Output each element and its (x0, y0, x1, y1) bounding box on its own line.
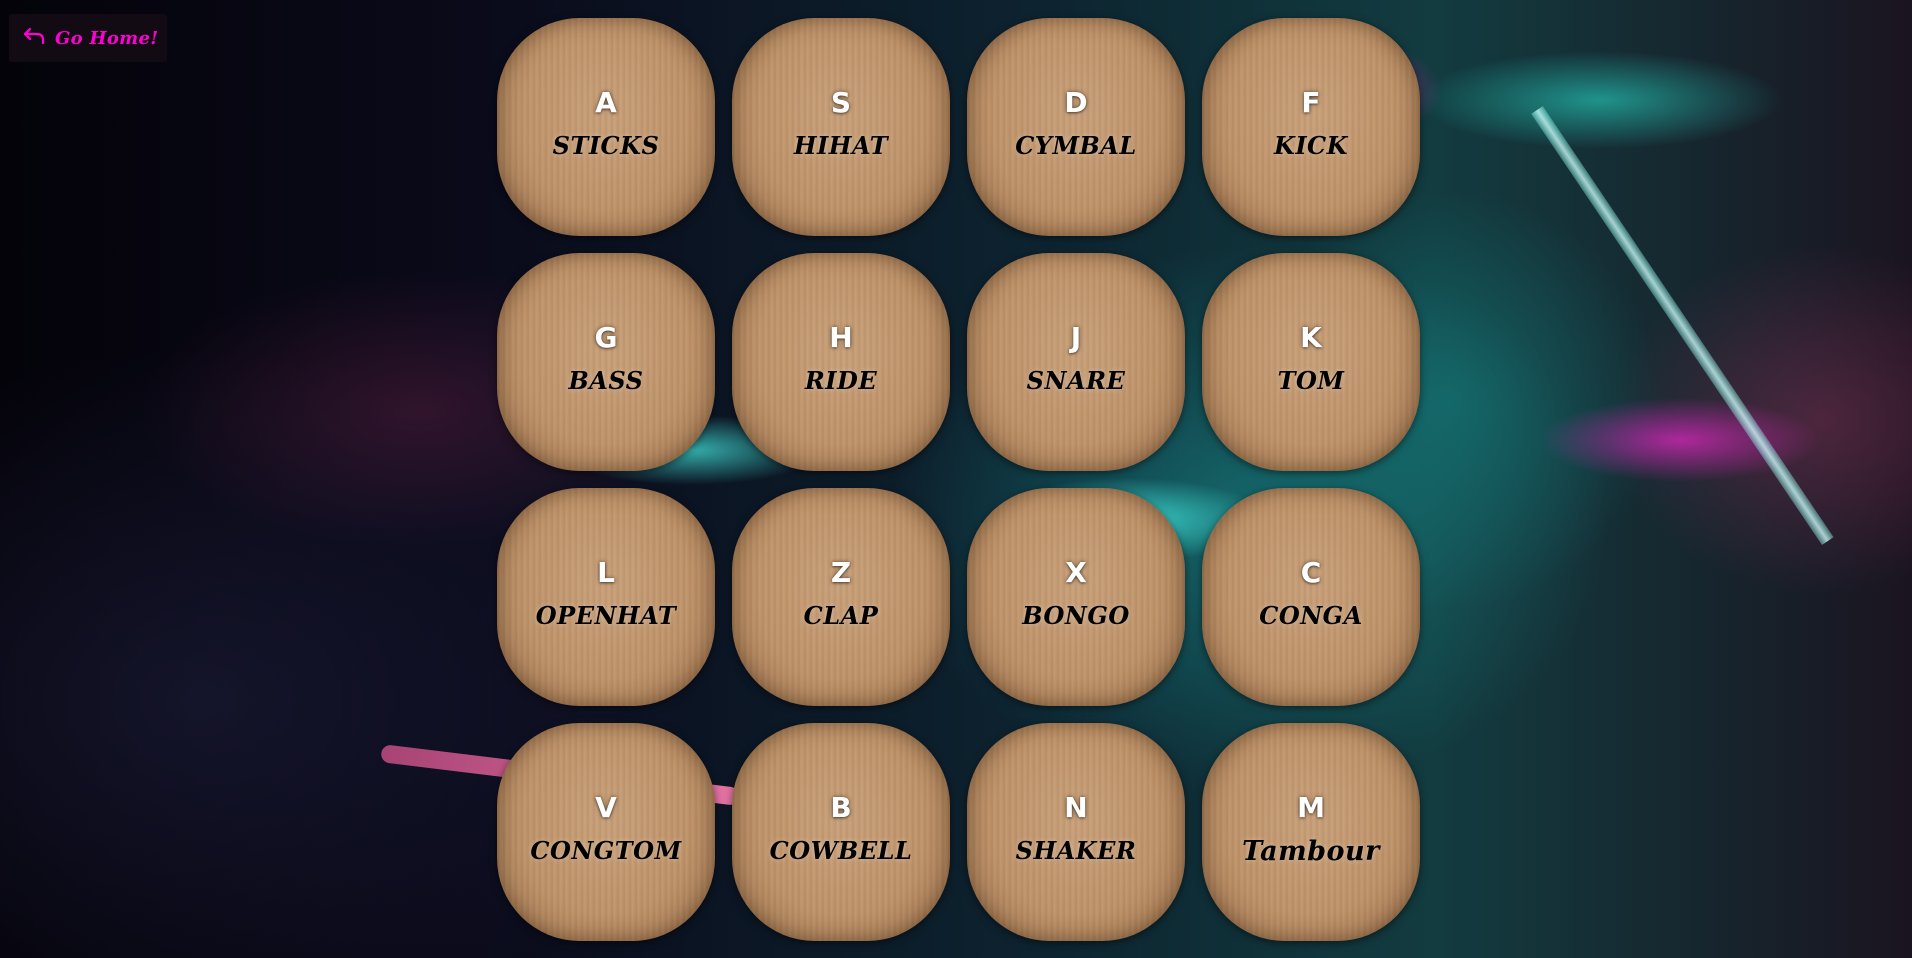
drum-pad-shaker[interactable]: N SHAKER (967, 723, 1185, 941)
pad-key-label: Z (830, 556, 852, 589)
drum-pad-kick[interactable]: F KICK (1202, 18, 1420, 236)
pad-key-label: H (829, 321, 853, 354)
arrow-return-left-icon (23, 27, 45, 50)
pad-sound-label: OPENHAT (535, 601, 677, 630)
drum-pad-congtom[interactable]: V CONGTOM (497, 723, 715, 941)
drum-pad-bass[interactable]: G BASS (497, 253, 715, 471)
pad-sound-label: SHAKER (1015, 836, 1137, 865)
drum-pad-hihat[interactable]: S HIHAT (732, 18, 950, 236)
drum-pad-snare[interactable]: J SNARE (967, 253, 1185, 471)
drum-pad-openhat[interactable]: L OPENHAT (497, 488, 715, 706)
pad-key-label: C (1300, 556, 1322, 589)
pad-key-label: D (1064, 86, 1088, 119)
pad-key-label: S (830, 86, 852, 119)
pad-key-label: L (597, 556, 615, 589)
drum-pad-grid: A STICKS S HIHAT D CYMBAL F KICK G BASS … (497, 18, 1420, 943)
drum-pad-ride[interactable]: H RIDE (732, 253, 950, 471)
go-home-label: Go Home! (55, 27, 159, 49)
pad-key-label: N (1064, 791, 1088, 824)
go-home-button[interactable]: Go Home! (9, 14, 167, 62)
pad-sound-label: Tambour (1242, 836, 1380, 867)
pad-key-label: K (1300, 321, 1322, 354)
pad-key-label: V (595, 791, 617, 824)
pad-key-label: A (595, 86, 617, 119)
pad-sound-label: HIHAT (793, 131, 889, 160)
pad-key-label: F (1301, 86, 1321, 119)
drum-pad-cymbal[interactable]: D CYMBAL (967, 18, 1185, 236)
pad-sound-label: CLAP (803, 601, 879, 630)
drum-pad-sticks[interactable]: A STICKS (497, 18, 715, 236)
pad-sound-label: TOM (1277, 366, 1345, 395)
pad-sound-label: RIDE (804, 366, 878, 395)
pad-key-label: J (1070, 321, 1082, 354)
pad-sound-label: BASS (568, 366, 644, 395)
pad-sound-label: BONGO (1022, 601, 1130, 630)
pad-sound-label: CONGA (1259, 601, 1363, 630)
pad-key-label: B (830, 791, 852, 824)
pad-sound-label: KICK (1273, 131, 1349, 160)
pad-key-label: G (594, 321, 618, 354)
pad-key-label: M (1297, 791, 1325, 824)
drum-pad-tom[interactable]: K TOM (1202, 253, 1420, 471)
drum-pad-tambour[interactable]: M Tambour (1202, 723, 1420, 941)
drum-pad-clap[interactable]: Z CLAP (732, 488, 950, 706)
pad-sound-label: CYMBAL (1015, 131, 1137, 160)
drum-pad-conga[interactable]: C CONGA (1202, 488, 1420, 706)
drum-pad-bongo[interactable]: X BONGO (967, 488, 1185, 706)
pad-sound-label: SNARE (1026, 366, 1126, 395)
pad-sound-label: STICKS (552, 131, 660, 160)
drum-pad-cowbell[interactable]: B COWBELL (732, 723, 950, 941)
pad-key-label: X (1065, 556, 1087, 589)
pad-sound-label: CONGTOM (530, 836, 682, 865)
pad-sound-label: COWBELL (769, 836, 913, 865)
